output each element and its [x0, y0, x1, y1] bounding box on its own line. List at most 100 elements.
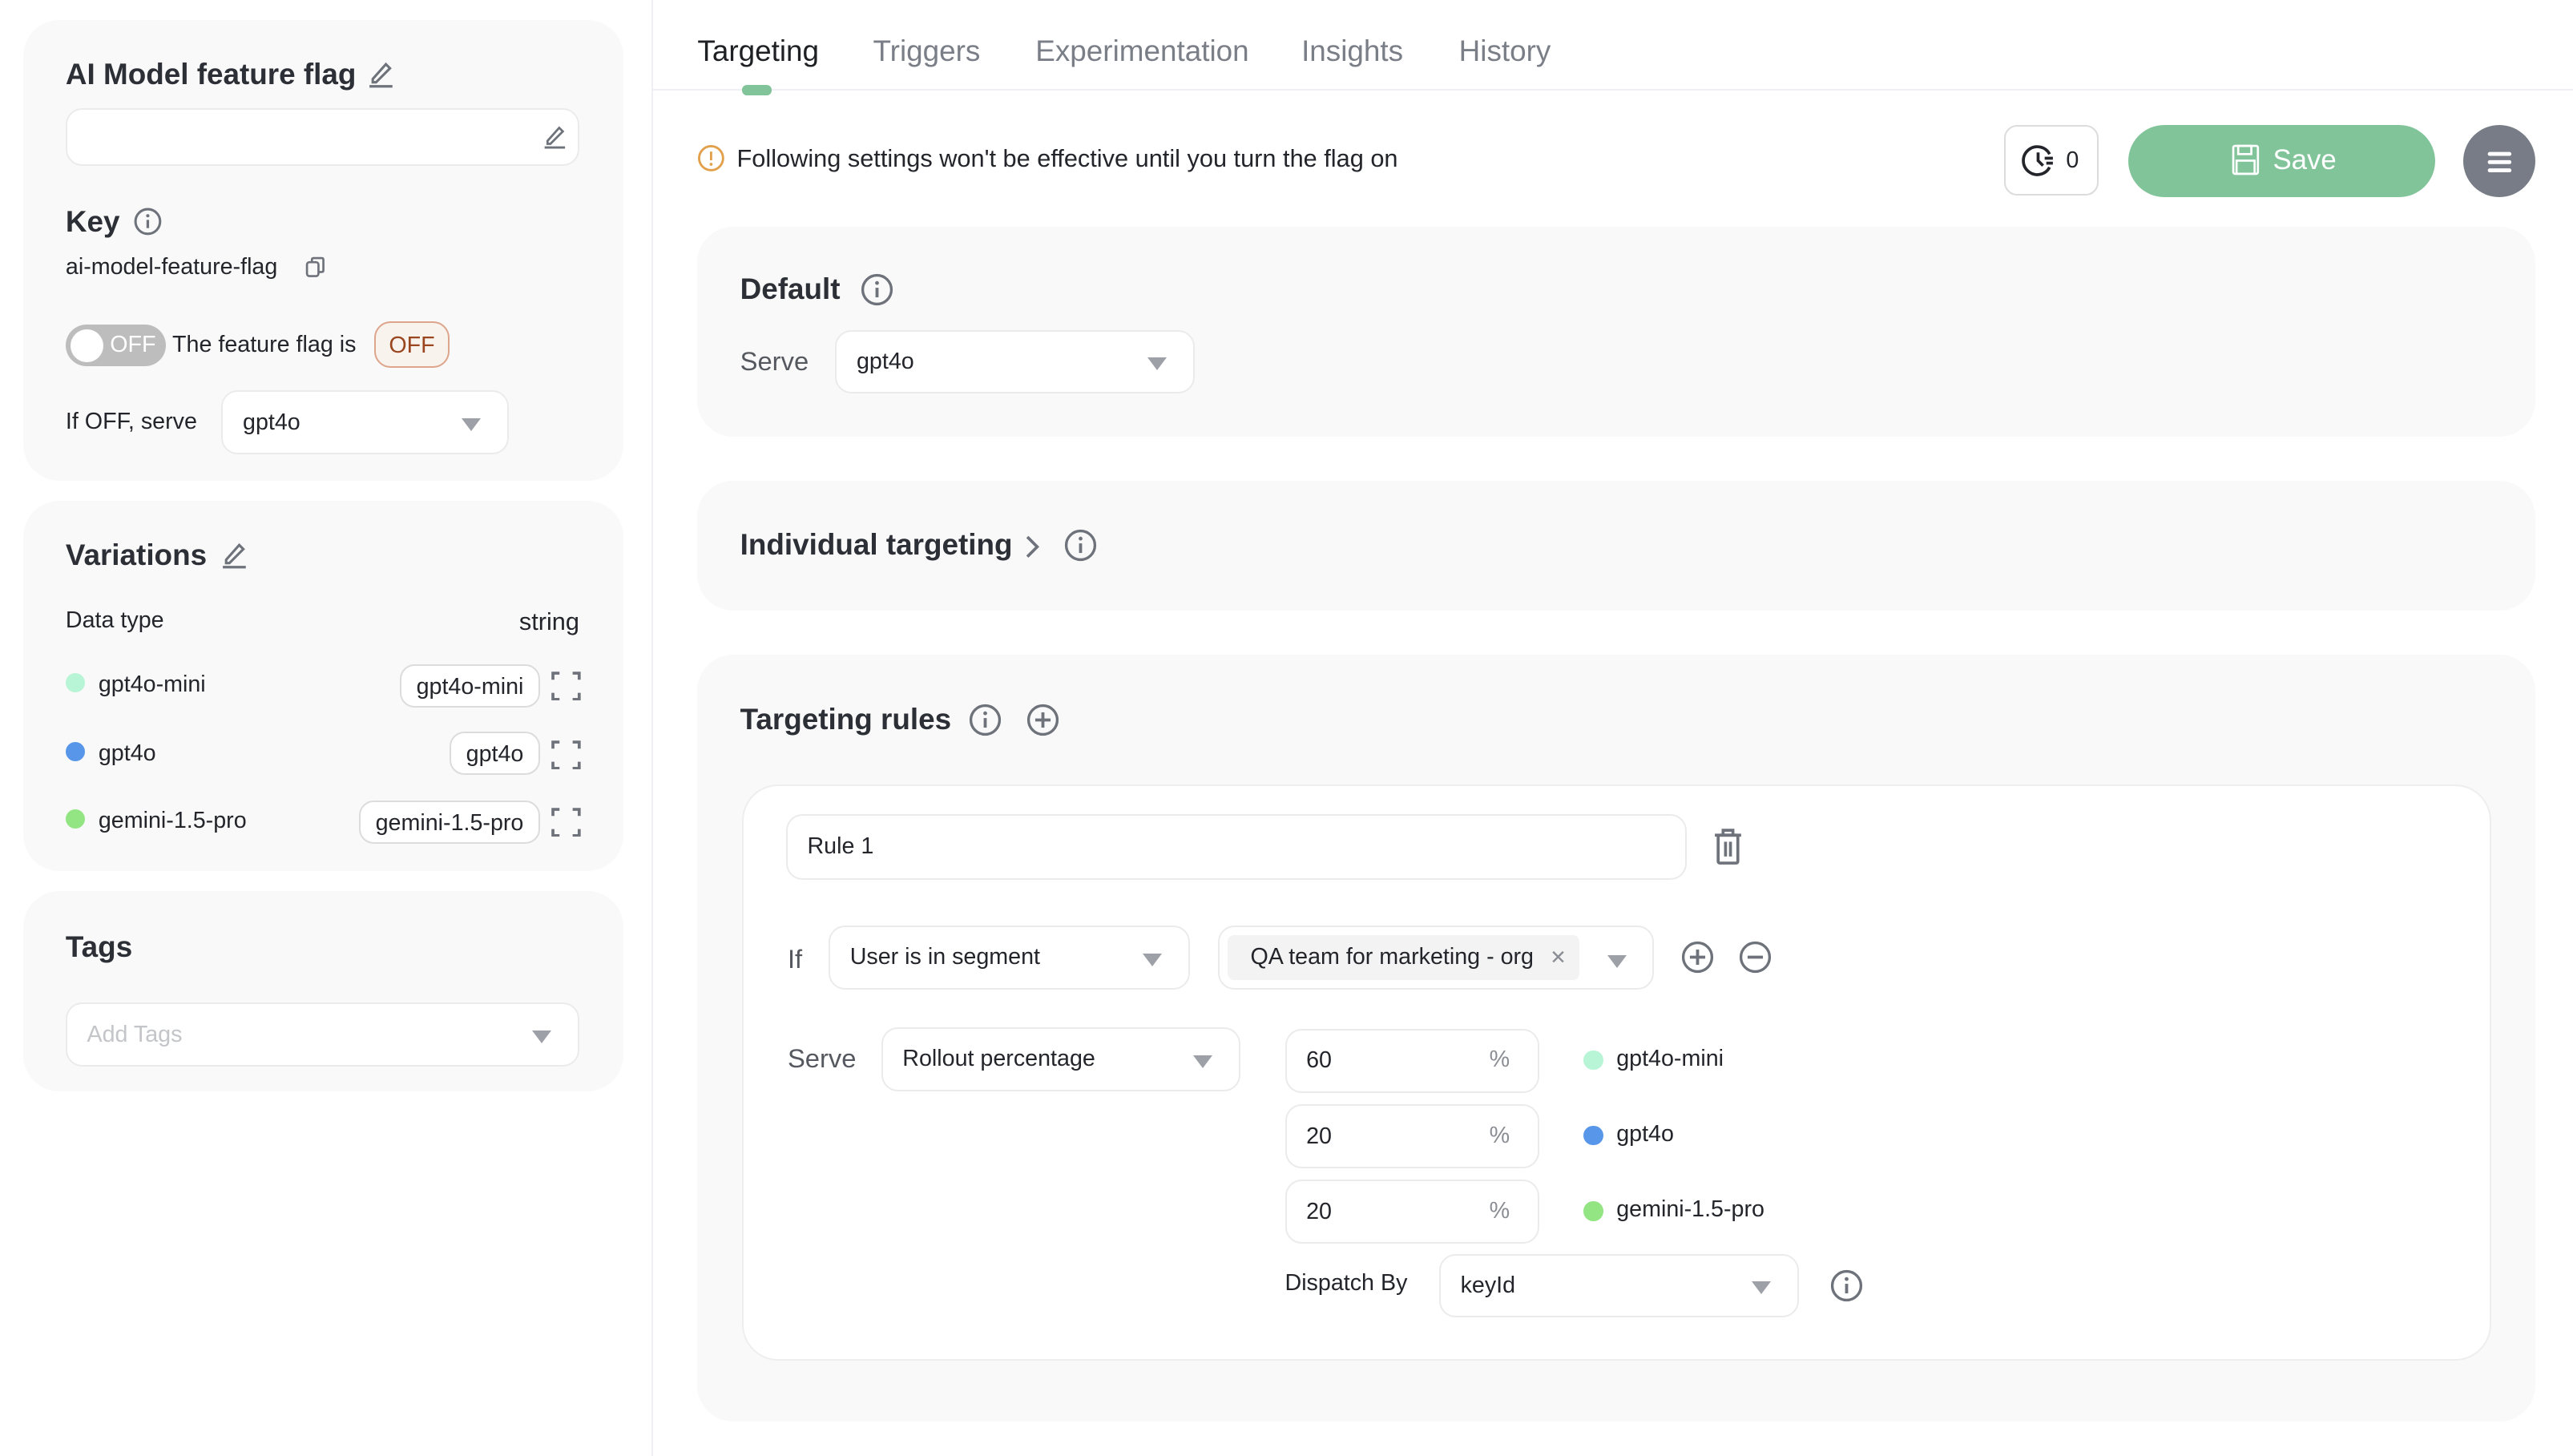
description-input[interactable] [65, 108, 579, 166]
tags-placeholder: Add Tags [87, 1021, 183, 1047]
variation-color-dot [65, 809, 86, 829]
rollout-percent-input[interactable]: 20 % [1284, 1180, 1539, 1244]
edit-title-icon[interactable] [366, 59, 396, 95]
default-serve-value: gpt4o [856, 349, 914, 375]
variation-color-dot [1583, 1201, 1603, 1221]
off-serve-select[interactable]: gpt4o [221, 390, 509, 455]
rollout-variation-name: gpt4o-mini [1616, 1045, 1724, 1071]
copy-key-icon[interactable] [304, 254, 327, 284]
percent-suffix: % [1489, 1122, 1510, 1148]
toggle-label: OFF [110, 331, 156, 357]
remove-segment-icon[interactable]: ✕ [1550, 947, 1567, 969]
rule-serve-type-value: Rollout percentage [902, 1046, 1095, 1072]
percent-suffix: % [1489, 1197, 1510, 1224]
flag-status-badge: OFF [373, 321, 450, 368]
off-serve-label: If OFF, serve [65, 408, 197, 434]
schedule-count: 0 [2066, 147, 2079, 174]
delete-rule-icon[interactable] [1712, 827, 1744, 873]
chevron-right-icon[interactable] [1024, 534, 1040, 567]
rollout-percent-input[interactable]: 60 % [1284, 1029, 1539, 1093]
warning-text: Following settings won't be effective un… [736, 144, 1398, 173]
warning-icon [697, 144, 725, 179]
tab-insights[interactable]: Insights [1301, 34, 1403, 68]
rule-if-label: If [787, 943, 803, 974]
variation-name: gpt4o [98, 740, 156, 766]
expand-icon[interactable] [551, 740, 581, 776]
rule-serve-type-select[interactable]: Rollout percentage [881, 1026, 1241, 1091]
expand-icon[interactable] [551, 671, 581, 708]
edit-variations-icon[interactable] [220, 540, 249, 576]
chevron-down-icon [1142, 953, 1162, 966]
variation-color-dot [1583, 1050, 1603, 1071]
rule-condition-select[interactable]: User is in segment [829, 926, 1190, 990]
tags-title: Tags [65, 930, 133, 964]
rule-condition-value: User is in segment [849, 944, 1041, 970]
default-card: Default Serve gpt4o [697, 226, 2536, 437]
data-type-value: string [518, 607, 579, 635]
add-rule-icon[interactable] [1026, 703, 1060, 744]
rollout-percent-input[interactable]: 20 % [1284, 1104, 1539, 1169]
chevron-down-icon [462, 418, 482, 431]
edit-description-icon[interactable] [542, 123, 568, 156]
flag-toggle[interactable]: OFF [65, 325, 166, 366]
schedule-clock-icon [2022, 143, 2058, 185]
rollout-percent-value: 20 [1306, 1198, 1332, 1224]
toggle-knob [71, 329, 103, 362]
variation-value-chip[interactable]: gpt4o [450, 732, 540, 775]
variations-card: Variations Data type string gpt4o-mini g… [22, 500, 624, 872]
rule-name-input[interactable]: Rule 1 [785, 813, 1688, 880]
individual-info-icon[interactable] [1063, 528, 1098, 569]
rollout-variation-name: gemini-1.5-pro [1616, 1196, 1764, 1222]
key-info-icon[interactable] [133, 207, 163, 243]
more-menu-button[interactable] [2463, 124, 2536, 197]
variation-color-dot [65, 741, 86, 762]
tags-select[interactable]: Add Tags [65, 1002, 579, 1067]
flag-title: AI Model feature flag [65, 57, 357, 91]
chevron-down-icon [1147, 357, 1168, 371]
default-serve-select[interactable]: gpt4o [835, 329, 1195, 394]
individual-targeting-card[interactable]: Individual targeting [697, 481, 2536, 611]
dispatch-by-value: keyId [1460, 1272, 1516, 1299]
flag-status-text: The feature flag is [172, 331, 357, 357]
variations-title: Variations [65, 538, 208, 571]
variation-value-chip[interactable]: gemini-1.5-pro [359, 801, 540, 844]
sidebar-divider [651, 0, 654, 1456]
chevron-down-icon [1751, 1281, 1771, 1294]
tab-experimentation[interactable]: Experimentation [1035, 34, 1248, 68]
dispatch-by-select[interactable]: keyId [1439, 1253, 1799, 1318]
tab-underline [653, 88, 2573, 91]
default-info-icon[interactable] [860, 272, 894, 313]
schedule-button[interactable]: 0 [2003, 124, 2099, 196]
segment-tag: QA team for marketing - org ✕ [1227, 935, 1580, 980]
dispatch-info-icon[interactable] [1829, 1268, 1864, 1309]
variation-name: gemini-1.5-pro [98, 807, 247, 833]
variation-value-chip[interactable]: gpt4o-mini [400, 664, 540, 708]
add-condition-icon[interactable] [1680, 940, 1715, 981]
variation-color-dot [65, 672, 86, 693]
expand-icon[interactable] [551, 807, 581, 844]
rollout-variation-name: gpt4o [1616, 1120, 1674, 1147]
rules-info-icon[interactable] [968, 703, 1002, 744]
chevron-down-icon [1193, 1055, 1213, 1068]
tab-triggers[interactable]: Triggers [873, 34, 981, 68]
chevron-down-icon [532, 1030, 552, 1043]
dispatch-by-label: Dispatch By [1284, 1270, 1408, 1297]
remove-condition-icon[interactable] [1738, 940, 1772, 981]
save-button[interactable]: Save [2128, 124, 2436, 197]
percent-suffix: % [1489, 1047, 1510, 1073]
rule-serve-label: Serve [787, 1043, 857, 1074]
rule-item: Rule 1 If User is in segment QA team for… [741, 784, 2491, 1361]
app-root: AI Model feature flag Key ai-model-featu… [0, 0, 2573, 1456]
rollout-percent-value: 60 [1306, 1047, 1332, 1074]
rule-name-value: Rule 1 [807, 833, 874, 860]
tab-history[interactable]: History [1459, 34, 1551, 68]
data-type-label: Data type [65, 607, 164, 633]
individual-targeting-title: Individual targeting [740, 528, 1013, 562]
default-serve-label: Serve [740, 346, 809, 377]
tab-targeting[interactable]: Targeting [697, 34, 819, 68]
targeting-rules-title: Targeting rules [740, 702, 952, 736]
segment-select[interactable]: QA team for marketing - org ✕ [1217, 926, 1655, 990]
key-heading: Key [65, 204, 120, 238]
segment-tag-label: QA team for marketing - org [1250, 944, 1534, 970]
chevron-down-icon [1607, 954, 1627, 968]
